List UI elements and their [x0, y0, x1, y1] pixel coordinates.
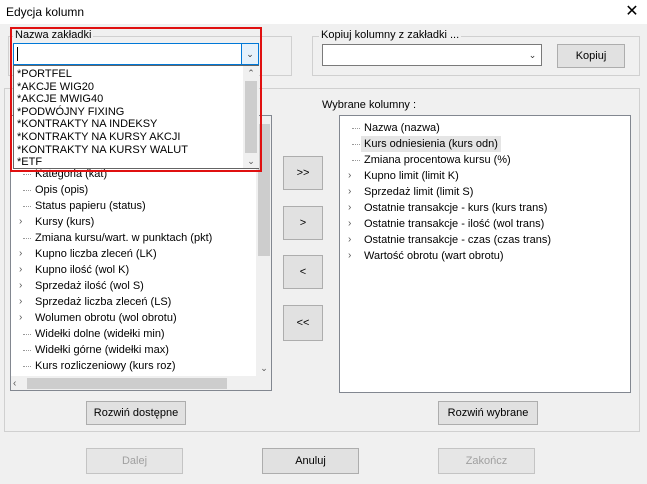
tree-connector	[23, 206, 31, 207]
window-title: Edycja kolumn	[6, 5, 85, 19]
chevron-right-icon[interactable]: ›	[19, 278, 29, 294]
dropdown-option[interactable]: *PORTFEL	[17, 68, 72, 81]
tree-connector	[23, 334, 31, 335]
copy-columns-label: Kopiuj kolumny z zakładki ...	[319, 29, 462, 41]
expand-available-button[interactable]: Rozwiń dostępne	[86, 401, 186, 425]
chevron-down-icon[interactable]: ⌄	[241, 44, 258, 64]
close-icon[interactable]: ✕	[622, 2, 642, 22]
title-bar	[0, 0, 647, 24]
available-scroll-thumb[interactable]	[258, 124, 270, 256]
chevron-right-icon[interactable]: ›	[348, 216, 358, 232]
dropdown-scroll-thumb[interactable]	[245, 81, 257, 153]
chevron-right-icon[interactable]: ›	[19, 294, 29, 310]
tab-name-label: Nazwa zakładki	[13, 29, 94, 41]
tab-name-input[interactable]	[17, 47, 217, 61]
copy-columns-combo[interactable]: ⌄	[322, 44, 542, 66]
tree-item-label: Nazwa (nazwa)	[364, 122, 440, 134]
chevron-down-icon[interactable]: ⌄	[524, 45, 541, 65]
dropdown-option[interactable]: *KONTRAKTY NA KURSY AKCJI	[17, 131, 180, 144]
available-hscroll-thumb[interactable]	[27, 378, 227, 389]
dropdown-option[interactable]: *KONTRAKTY NA INDEKSY	[17, 118, 157, 131]
tree-item-label: Ostatnie transakcje - kurs (kurs trans)	[364, 202, 548, 214]
tree-item-label: Kurs rozliczeniowy (kurs roz)	[35, 360, 176, 372]
tree-item-label: Wolumen obrotu (wol obrotu)	[35, 312, 177, 324]
chevron-right-icon[interactable]: ›	[348, 200, 358, 216]
tree-item-label: Kurs odniesienia (kurs odn)	[361, 136, 501, 152]
scroll-left-icon[interactable]: ‹	[13, 376, 25, 390]
add-button[interactable]: >	[283, 206, 323, 240]
scroll-down-icon[interactable]: ⌄	[256, 360, 271, 376]
tab-name-combo[interactable]: ⌄	[13, 43, 259, 65]
dropdown-option[interactable]: *AKCJE MWIG40	[17, 93, 103, 106]
available-horizontal-scrollbar[interactable]: ‹	[11, 376, 271, 390]
scroll-up-icon[interactable]: ⌃	[243, 66, 259, 80]
add-all-button[interactable]: >>	[283, 156, 323, 190]
dropdown-vertical-scrollbar[interactable]: ⌃ ⌄	[243, 66, 259, 168]
tree-item-label: Widełki dolne (widełki min)	[35, 328, 165, 340]
dropdown-option[interactable]: *KONTRAKTY NA KURSY WALUT	[17, 144, 188, 157]
selected-columns-label: Wybrane kolumny :	[320, 99, 419, 111]
tree-item-label: Zmiana procentowa kursu (%)	[364, 154, 511, 166]
scroll-down-icon[interactable]: ⌄	[243, 154, 259, 168]
tree-connector	[352, 144, 360, 145]
tree-item-label: Opis (opis)	[35, 184, 89, 196]
tree-connector	[23, 350, 31, 351]
chevron-right-icon[interactable]: ›	[348, 168, 358, 184]
remove-button[interactable]: <	[283, 255, 323, 289]
tab-name-dropdown-list[interactable]: *PORTFEL *AKCJE WIG20 *AKCJE MWIG40 *PODWÓJ…	[13, 65, 259, 169]
tree-item-label: Sprzedaż limit (limit S)	[364, 186, 474, 198]
chevron-right-icon[interactable]: ›	[19, 246, 29, 262]
tree-item-label: Kupno ilość (wol K)	[35, 264, 130, 276]
tree-connector	[23, 174, 31, 175]
tree-connector	[352, 128, 360, 129]
tree-connector	[23, 238, 31, 239]
tree-item-label: Sprzedaż ilość (wol S)	[35, 280, 144, 292]
chevron-right-icon[interactable]: ›	[19, 262, 29, 278]
tree-item-label: Status papieru (status)	[35, 200, 146, 212]
tree-connector	[23, 366, 31, 367]
chevron-right-icon[interactable]: ›	[348, 184, 358, 200]
tree-item-label: Widełki górne (widełki max)	[35, 344, 169, 356]
tree-item-label: Wartość obrotu (wart obrotu)	[364, 250, 504, 262]
tree-connector	[352, 160, 360, 161]
tree-item-label: Kupno limit (limit K)	[364, 170, 459, 182]
chevron-right-icon[interactable]: ›	[19, 310, 29, 326]
dropdown-option[interactable]: *PODWÓJNY FIXING	[17, 106, 124, 119]
expand-selected-button[interactable]: Rozwiń wybrane	[438, 401, 538, 425]
tree-item-label: Ostatnie transakcje - ilość (wol trans)	[364, 218, 545, 230]
cancel-button[interactable]: Anuluj	[262, 448, 359, 474]
chevron-right-icon[interactable]: ›	[348, 248, 358, 264]
finish-button[interactable]: Zakończ	[438, 448, 535, 474]
tree-item-label: Ostatnie transakcje - czas (czas trans)	[364, 234, 552, 246]
remove-all-button[interactable]: <<	[283, 305, 323, 341]
tree-item-label: Sprzedaż liczba zleceń (LS)	[35, 296, 172, 308]
tree-item-label: Kursy (kurs)	[35, 216, 95, 228]
tree-connector	[23, 190, 31, 191]
selected-columns-list[interactable]: Nazwa (nazwa) Kurs odniesienia (kurs odn)…	[339, 115, 631, 393]
next-button[interactable]: Dalej	[86, 448, 183, 474]
chevron-right-icon[interactable]: ›	[348, 232, 358, 248]
tree-item-label: Zmiana kursu/wart. w punktach (pkt)	[35, 232, 213, 244]
chevron-right-icon[interactable]: ›	[19, 214, 29, 230]
dropdown-option[interactable]: *ETF	[17, 156, 42, 169]
copy-button[interactable]: Kopiuj	[557, 44, 625, 68]
dropdown-option[interactable]: *AKCJE WIG20	[17, 81, 94, 94]
tree-item-label: Kupno liczba zleceń (LK)	[35, 248, 157, 260]
